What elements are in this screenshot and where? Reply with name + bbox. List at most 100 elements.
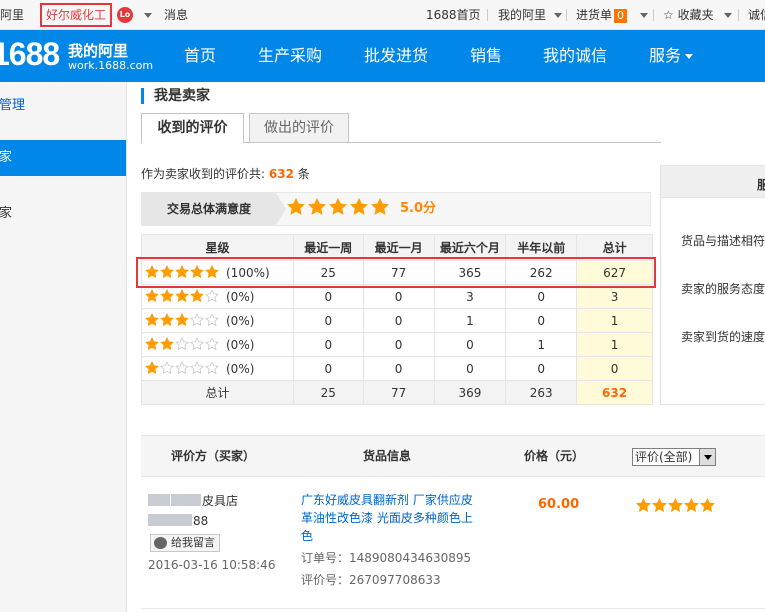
chevron-down-icon (685, 54, 693, 59)
review-filter-select[interactable]: 评价(全部) (632, 448, 716, 466)
blurred-text (148, 514, 192, 526)
brand-title[interactable]: 我的阿里 (68, 40, 128, 61)
star-outline-icon (175, 336, 189, 351)
shop-name-link[interactable]: 好尔威化工 (40, 3, 113, 27)
chevron-down-icon[interactable] (144, 13, 152, 18)
satisfaction-box: 交易总体满意度 5.0分 (141, 192, 651, 226)
service-panel: 服 货品与描述相符 卖家的服务态度 卖家到货的速度 (660, 165, 765, 405)
cell-older: 0 (505, 356, 578, 381)
percentage: (0%) (226, 362, 255, 376)
cell-older: 262 (505, 260, 578, 285)
sidebar-item-review-mgmt[interactable]: 价管理 (0, 88, 126, 124)
my-ali-menu[interactable]: 我的阿里 (498, 0, 546, 30)
star-icon (190, 288, 204, 303)
star-rating-cell: (0%) (141, 284, 294, 309)
product-link[interactable]: 广东好威皮具翻新剂 厂家供应皮革油性改色漆 光面皮多种颜色上色 (301, 491, 481, 545)
divider (566, 9, 567, 21)
sum-month: 77 (362, 380, 435, 405)
buyer-id: 88 (148, 514, 208, 528)
order-number: 订单号：1489080434630895 (301, 551, 472, 565)
star-icon (160, 336, 174, 351)
cell-six_months: 0 (433, 332, 507, 357)
star-icon (145, 336, 159, 351)
messages-link[interactable]: 消息 (164, 0, 188, 30)
nav-integrity[interactable]: 我的诚信 (543, 30, 607, 82)
col-header: 最近六个月 (433, 234, 507, 261)
table-header-row: 星级 最近一周 最近一月 最近六个月 半年以前 总计 (141, 234, 653, 261)
star-icon (371, 198, 389, 216)
evaluation-number: 评价号：267097708633 (301, 573, 441, 587)
star-icon (668, 497, 683, 513)
star-icon (160, 264, 174, 279)
purchase-count-badge: 0 (614, 9, 628, 23)
star-icon (205, 264, 219, 279)
cell-total: 3 (576, 284, 653, 309)
tab-received[interactable]: 收到的评价 (141, 113, 244, 144)
star-outline-icon (190, 360, 204, 375)
star-icon (700, 497, 715, 513)
star-icon (636, 497, 651, 513)
percentage: (0%) (226, 338, 255, 352)
rating-table: 星级 最近一周 最近一月 最近六个月 半年以前 总计 (100%) 25 77 365… (141, 234, 653, 405)
nav-services[interactable]: 服务 (649, 30, 681, 82)
service-panel-head: 服 (661, 166, 765, 198)
divider (487, 9, 488, 21)
favorites-menu[interactable]: ☆ 收藏夹 (663, 0, 714, 30)
nav-wholesale[interactable]: 批发进货 (364, 30, 428, 82)
cell-week: 0 (292, 356, 364, 381)
table-row: (100%) 25 77 365 262 627 (141, 260, 653, 285)
cell-six_months: 1 (433, 308, 507, 333)
chengxin-link[interactable]: 诚信 (748, 0, 765, 30)
star-icon (175, 264, 189, 279)
table-row: (0%) 0 0 0 1 1 (141, 332, 653, 357)
star-icon (160, 288, 174, 303)
star-rating-cell: (100%) (141, 260, 294, 285)
leave-message-button[interactable]: 给我留言 (150, 534, 220, 552)
sidebar-item-buyer[interactable]: 买家 (0, 196, 126, 232)
cell-six_months: 365 (433, 260, 507, 285)
home-1688-link[interactable]: 1688首页 (426, 0, 481, 30)
my-ali-link[interactable]: 我的阿里 (0, 0, 24, 30)
arrow-shape (276, 193, 286, 225)
star-outline-icon (205, 312, 219, 327)
cell-month: 0 (362, 308, 435, 333)
star-icon (145, 360, 159, 375)
table-row: (0%) 0 0 1 0 1 (141, 308, 653, 333)
star-icon (350, 198, 368, 216)
cell-total: 1 (576, 308, 653, 333)
satisfaction-label: 交易总体满意度 (142, 193, 276, 225)
sum-total: 632 (576, 380, 653, 405)
star-icon (190, 264, 204, 279)
table-row: (0%) 0 0 0 0 0 (141, 356, 653, 381)
satisfaction-stars (287, 198, 392, 219)
cell-week: 0 (292, 332, 364, 357)
star-rating-cell: (0%) (141, 332, 294, 357)
review-tabs: 收到的评价 做出的评价 (141, 113, 661, 144)
chevron-down-icon (640, 13, 648, 18)
service-item-speed: 卖家到货的速度 (681, 330, 765, 344)
table-sum-row: 总计 25 77 369 263 632 (141, 380, 653, 405)
col-header: 总计 (576, 234, 653, 261)
tab-given[interactable]: 做出的评价 (249, 113, 349, 143)
sidebar-item-seller[interactable]: 卖家 (0, 140, 126, 176)
star-outline-icon (175, 360, 189, 375)
sidebar: 价管理 卖家 买家 (0, 82, 127, 612)
nav-home[interactable]: 首页 (184, 30, 216, 82)
nav-sales[interactable]: 销售 (470, 30, 502, 82)
chevron-down-icon (704, 455, 712, 460)
divider (141, 608, 765, 609)
nav-procurement[interactable]: 生产采购 (258, 30, 322, 82)
cell-week: 0 (292, 308, 364, 333)
col-header: 半年以前 (505, 234, 578, 261)
dropdown-button[interactable] (699, 449, 715, 465)
percentage: (0%) (226, 290, 255, 304)
star-outline-icon (205, 288, 219, 303)
cell-six_months: 3 (433, 284, 507, 309)
buyer-name[interactable]: 皮具店 (148, 492, 238, 509)
star-icon (308, 198, 326, 216)
purchase-list-menu[interactable]: 进货单 0 (576, 0, 628, 30)
service-item-attitude: 卖家的服务态度 (681, 282, 765, 296)
logo-1688[interactable]: 1688 (0, 36, 60, 73)
cell-total: 0 (576, 356, 653, 381)
price-value: 60.00 (538, 497, 580, 512)
